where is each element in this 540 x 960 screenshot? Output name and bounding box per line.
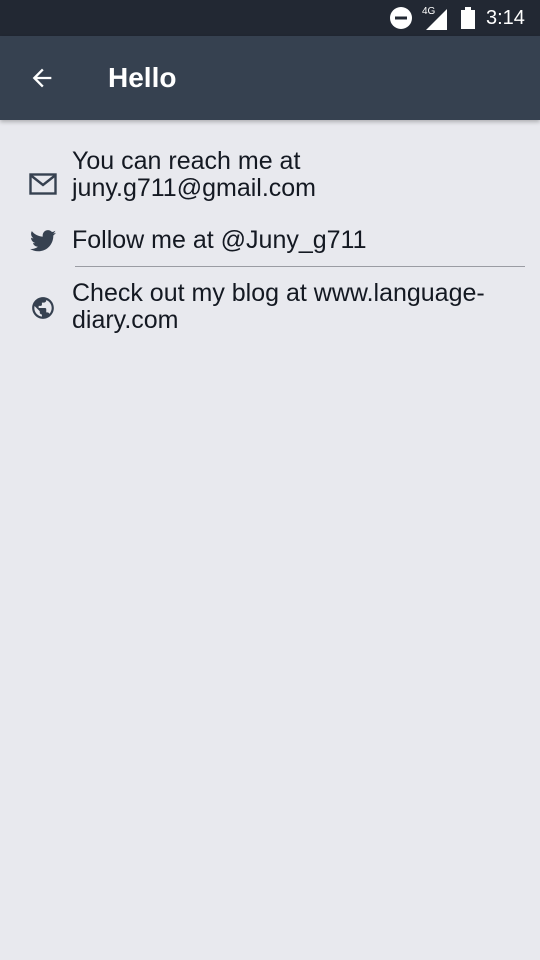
email-line-1: You can reach me at bbox=[72, 147, 301, 175]
app-bar: Hello bbox=[0, 36, 540, 120]
network-type-label: 4G bbox=[422, 6, 436, 17]
signal-icon: 4G bbox=[420, 0, 450, 36]
clock: 3:14 bbox=[486, 6, 525, 29]
do-not-disturb-icon bbox=[389, 0, 413, 36]
arrow-left-icon bbox=[32, 68, 52, 88]
twitter-bird-icon bbox=[28, 226, 58, 256]
email-address: juny.g711@gmail.com bbox=[72, 174, 317, 202]
status-bar: 4G 3:14 bbox=[0, 0, 540, 36]
twitter-text: Follow me at @Juny_g711 bbox=[72, 226, 367, 254]
blog-text: Check out my blog at www.language- diary… bbox=[72, 280, 527, 334]
email-text: You can reach me at juny.g711@gmail.com bbox=[72, 148, 527, 202]
envelope-icon bbox=[28, 169, 58, 199]
divider bbox=[75, 266, 525, 267]
blog-line-1: Check out my blog at www.language- bbox=[72, 279, 485, 307]
globe-icon bbox=[28, 293, 58, 323]
page-title: Hello bbox=[108, 62, 177, 93]
back-button[interactable] bbox=[20, 58, 64, 98]
blog-line-2: diary.com bbox=[72, 306, 179, 334]
battery-icon bbox=[460, 0, 476, 36]
